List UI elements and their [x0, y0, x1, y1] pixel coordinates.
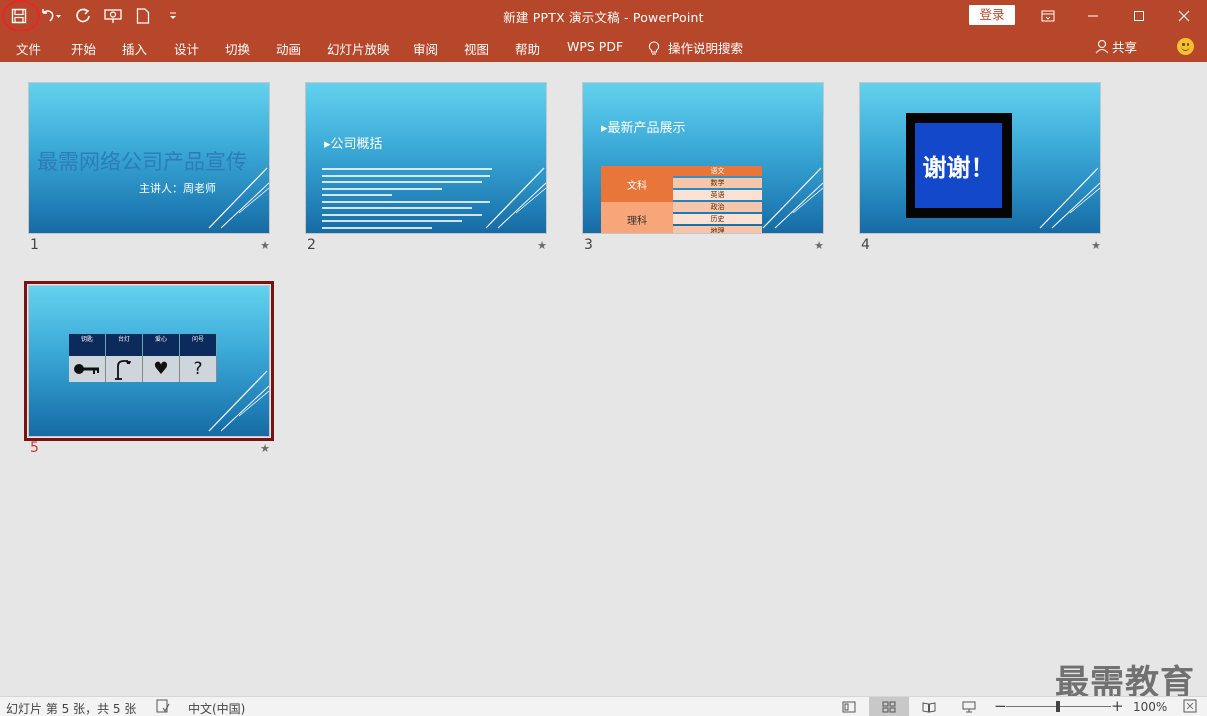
table-header: 钥匙: [69, 334, 106, 356]
user-icon: [1095, 39, 1109, 54]
slide-sorter-icon: [882, 701, 896, 713]
slide-thumbnail[interactable]: 最需网络公司产品宣传 主讲人：周老师: [28, 82, 270, 234]
slide-thumbnail[interactable]: ▸公司概括: [305, 82, 547, 234]
slide-count: 幻灯片 第 5 张，共 5 张: [6, 702, 137, 716]
language-indicator[interactable]: 中文(中国): [188, 700, 245, 716]
tell-me-label: 操作说明搜索: [668, 41, 744, 56]
normal-view-button[interactable]: [829, 697, 869, 716]
tab-animations[interactable]: 动画: [276, 39, 301, 58]
tab-file[interactable]: 文件: [16, 39, 41, 58]
table-header: 台灯: [106, 334, 143, 356]
reading-view-button[interactable]: [909, 697, 949, 716]
slide-thumbnail[interactable]: 谢谢！: [859, 82, 1101, 234]
slide-body-text: [322, 168, 492, 233]
decorative-lines: [208, 370, 269, 432]
tab-view[interactable]: 视图: [464, 39, 489, 58]
slide-5[interactable]: 钥匙 台灯 爱心 问号 ♥ ? 5 ★: [24, 281, 274, 460]
tab-design[interactable]: 设计: [174, 39, 199, 58]
ribbon-display-options-button[interactable]: [1025, 0, 1071, 31]
table-cell: 文科: [601, 166, 673, 202]
slide-sorter-view-button[interactable]: [869, 697, 909, 716]
fit-to-window-icon[interactable]: [1183, 699, 1197, 716]
zoom-out-button[interactable]: −: [994, 697, 1007, 715]
transition-star-icon: ★: [260, 239, 270, 252]
thanks-frame: 谢谢！: [906, 113, 1012, 218]
slide-heading: ▸公司概括: [324, 137, 383, 152]
decorative-lines: [1039, 167, 1100, 229]
reading-view-icon: [922, 702, 936, 713]
title-bar: 新建 PPTX 演示文稿 - PowerPoint 登录: [0, 0, 1207, 32]
maximize-icon: [1134, 10, 1144, 21]
slide-number: 2: [307, 237, 316, 253]
ribbon-tab-bar: 文件 开始 插入 设计 切换 动画 幻灯片放映 审阅 视图 帮助 WPS PDF…: [0, 31, 1207, 62]
share-label: 共享: [1112, 40, 1138, 55]
spellcheck-icon[interactable]: [156, 699, 170, 716]
slide-1[interactable]: 最需网络公司产品宣传 主讲人：周老师 1 ★: [28, 82, 270, 257]
slide-thumbnail[interactable]: ▸最新产品展示 文科 理科 语文 数学 英语 政治 历史 地理: [582, 82, 824, 234]
slide-number: 1: [30, 237, 39, 253]
slide-number: 3: [584, 237, 593, 253]
transition-star-icon: ★: [537, 239, 547, 252]
tab-slideshow[interactable]: 幻灯片放映: [327, 39, 390, 58]
tab-home[interactable]: 开始: [71, 39, 96, 58]
minimize-icon: [1088, 15, 1098, 16]
lightbulb-icon: [648, 41, 660, 55]
lamp-icon: [106, 356, 143, 382]
tab-review[interactable]: 审阅: [413, 39, 438, 58]
slide-4[interactable]: 谢谢！ 4 ★: [859, 82, 1101, 257]
feedback-smiley-icon[interactable]: [1177, 38, 1194, 55]
slide-sorter: 最需网络公司产品宣传 主讲人：周老师 1 ★ ▸公司概括 2 ★ ▸最新产品展示…: [0, 62, 1207, 703]
table-cell: 理科: [601, 202, 673, 233]
slide-number: 4: [861, 237, 870, 253]
share-button[interactable]: 共享: [1095, 37, 1137, 56]
ribbon-display-icon: [1041, 10, 1055, 21]
slide-3[interactable]: ▸最新产品展示 文科 理科 语文 数学 英语 政治 历史 地理 3 ★: [582, 82, 824, 257]
heart-icon: ♥: [143, 356, 180, 382]
close-icon: [1178, 10, 1190, 21]
tell-me-search[interactable]: 操作说明搜索: [648, 38, 743, 57]
status-bar: 幻灯片 第 5 张，共 5 张 中文(中国) − + 100%: [0, 696, 1207, 716]
slide-table: 文科 理科 语文 数学 英语 政治 历史 地理: [601, 166, 762, 233]
slide-number: 5: [30, 440, 39, 456]
tab-insert[interactable]: 插入: [122, 39, 147, 58]
normal-view-icon: [842, 701, 856, 713]
tab-help[interactable]: 帮助: [515, 39, 540, 58]
maximize-button[interactable]: [1116, 0, 1162, 31]
transition-star-icon: ★: [814, 239, 824, 252]
key-icon: [69, 356, 106, 382]
decorative-lines: [762, 167, 823, 229]
slide-thumbnail[interactable]: 钥匙 台灯 爱心 问号 ♥ ?: [28, 285, 270, 437]
decorative-lines: [485, 167, 546, 229]
slide-2[interactable]: ▸公司概括 2 ★: [305, 82, 547, 257]
login-button[interactable]: 登录: [969, 5, 1015, 25]
minimize-button[interactable]: [1070, 0, 1116, 31]
transition-star-icon: ★: [260, 442, 270, 455]
transition-star-icon: ★: [1091, 239, 1101, 252]
slideshow-icon: [962, 701, 976, 713]
slide-heading: ▸最新产品展示: [601, 121, 686, 136]
slideshow-view-button[interactable]: [949, 697, 989, 716]
decorative-lines: [208, 167, 269, 229]
zoom-level[interactable]: 100%: [1133, 700, 1167, 714]
close-button[interactable]: [1161, 0, 1207, 31]
zoom-in-button[interactable]: +: [1111, 697, 1124, 715]
table-header: 爱心: [143, 334, 180, 356]
tab-transitions[interactable]: 切换: [225, 39, 250, 58]
thanks-text: 谢谢！: [915, 123, 1002, 208]
zoom-slider-thumb[interactable]: [1056, 701, 1060, 712]
tab-wps-pdf[interactable]: WPS PDF: [567, 39, 623, 54]
